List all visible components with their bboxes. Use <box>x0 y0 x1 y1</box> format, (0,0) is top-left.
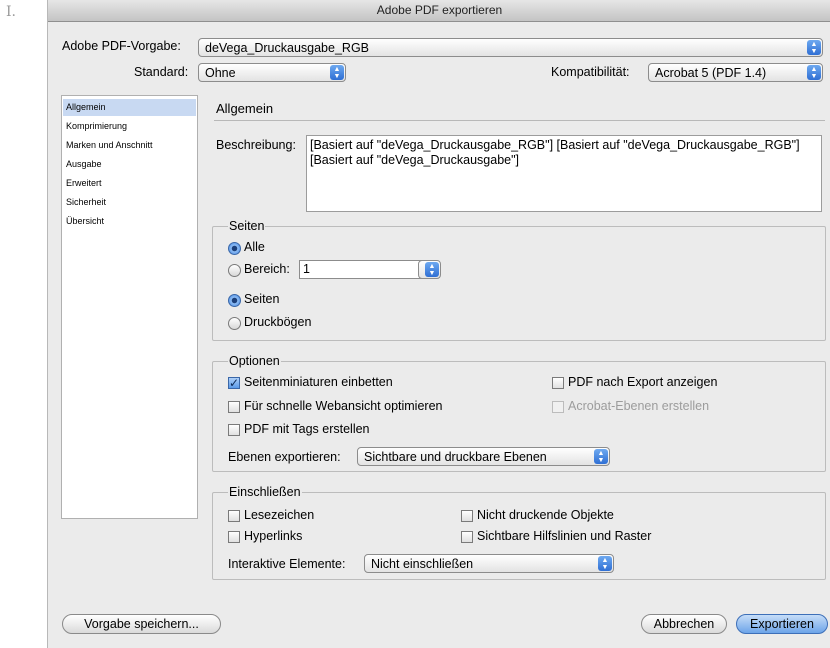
title-bar[interactable]: Adobe PDF exportieren <box>48 0 830 22</box>
outer-label: I. <box>6 4 16 20</box>
guides-checkbox[interactable] <box>461 531 473 543</box>
interactive-select[interactable]: Nicht einschließen ▲ ▼ <box>364 554 614 573</box>
web-optimize-label: Für schnelle Webansicht optimieren <box>244 399 443 413</box>
embed-thumbnails-label: Seitenminiaturen einbetten <box>244 375 393 389</box>
range-stepper[interactable]: ▲ ▼ <box>418 260 441 279</box>
preset-value: deVega_Druckausgabe_RGB <box>205 41 370 55</box>
standard-value: Ohne <box>205 66 236 80</box>
sidebar-item-marken[interactable]: Marken und Anschnitt <box>63 137 196 154</box>
export-layers-value: Sichtbare und druckbare Ebenen <box>364 450 547 464</box>
title-divider <box>214 120 825 121</box>
pages-label: Seiten <box>244 292 280 306</box>
description-field[interactable]: [Basiert auf "deVega_Druckausgabe_RGB"] … <box>306 135 822 212</box>
popup-arrows-icon: ▲ ▼ <box>330 65 344 80</box>
pages-legend: Seiten <box>228 219 266 233</box>
preset-select[interactable]: deVega_Druckausgabe_RGB ▲ ▼ <box>198 38 823 57</box>
compat-value: Acrobat 5 (PDF 1.4) <box>655 66 767 80</box>
page-title: Allgemein <box>216 101 274 116</box>
export-layers-label: Ebenen exportieren: <box>228 450 341 464</box>
compat-label: Kompatibilität: <box>551 65 630 79</box>
standard-select[interactable]: Ohne ▲ ▼ <box>198 63 346 82</box>
popup-arrows-icon: ▲ ▼ <box>594 449 608 464</box>
view-after-export-checkbox[interactable] <box>552 377 564 389</box>
preset-label: Adobe PDF-Vorgabe: <box>62 39 181 53</box>
all-pages-label: Alle <box>244 240 265 254</box>
sidebar-item-sicherheit[interactable]: Sicherheit <box>63 194 196 211</box>
all-pages-radio[interactable] <box>228 242 241 255</box>
guides-label: Sichtbare Hilfslinien und Raster <box>477 529 652 543</box>
tagged-pdf-checkbox[interactable] <box>228 424 240 436</box>
hyperlinks-label: Hyperlinks <box>244 529 303 543</box>
spreads-label: Druckbögen <box>244 315 312 329</box>
standard-label: Standard: <box>134 65 189 79</box>
section-sidebar: Allgemein Komprimierung Marken und Ansch… <box>61 95 198 519</box>
popup-arrows-icon: ▲ ▼ <box>807 40 821 55</box>
non-printing-checkbox[interactable] <box>461 510 473 522</box>
spreads-radio[interactable] <box>228 317 241 330</box>
popup-arrows-icon: ▲ ▼ <box>425 262 439 277</box>
export-layers-select[interactable]: Sichtbare und druckbare Ebenen ▲ ▼ <box>357 447 610 466</box>
pdf-export-dialog: Adobe PDF exportieren Adobe PDF-Vorgabe:… <box>47 0 830 648</box>
range-input[interactable]: 1 <box>299 260 425 279</box>
options-legend: Optionen <box>228 354 281 368</box>
bookmarks-label: Lesezeichen <box>244 508 315 522</box>
range-label: Bereich: <box>244 262 290 276</box>
embed-thumbnails-checkbox[interactable]: ✓ <box>228 377 240 389</box>
popup-arrows-icon: ▲ ▼ <box>598 556 612 571</box>
interactive-label: Interaktive Elemente: <box>228 557 346 571</box>
acrobat-layers-checkbox <box>552 401 564 413</box>
acrobat-layers-label: Acrobat-Ebenen erstellen <box>568 399 710 413</box>
sidebar-item-ausgabe[interactable]: Ausgabe <box>63 156 196 173</box>
cancel-button[interactable]: Abbrechen <box>641 614 727 634</box>
description-label: Beschreibung: <box>216 138 296 152</box>
interactive-value: Nicht einschließen <box>371 557 474 571</box>
compat-select[interactable]: Acrobat 5 (PDF 1.4) ▲ ▼ <box>648 63 823 82</box>
popup-arrows-icon: ▲ ▼ <box>807 65 821 80</box>
bookmarks-checkbox[interactable] <box>228 510 240 522</box>
pages-radio[interactable] <box>228 294 241 307</box>
save-preset-button[interactable]: Vorgabe speichern... <box>62 614 221 634</box>
sidebar-item-allgemein[interactable]: Allgemein <box>63 99 196 116</box>
sidebar-item-uebersicht[interactable]: Übersicht <box>63 213 196 230</box>
window-title: Adobe PDF exportieren <box>376 3 503 17</box>
view-after-export-label: PDF nach Export anzeigen <box>568 375 718 389</box>
tagged-pdf-label: PDF mit Tags erstellen <box>244 422 370 436</box>
non-printing-label: Nicht druckende Objekte <box>477 508 614 522</box>
sidebar-item-erweitert[interactable]: Erweitert <box>63 175 196 192</box>
sidebar-item-komprimierung[interactable]: Komprimierung <box>63 118 196 135</box>
include-legend: Einschließen <box>228 485 302 499</box>
export-button[interactable]: Exportieren <box>736 614 828 634</box>
web-optimize-checkbox[interactable] <box>228 401 240 413</box>
range-radio[interactable] <box>228 264 241 277</box>
hyperlinks-checkbox[interactable] <box>228 531 240 543</box>
